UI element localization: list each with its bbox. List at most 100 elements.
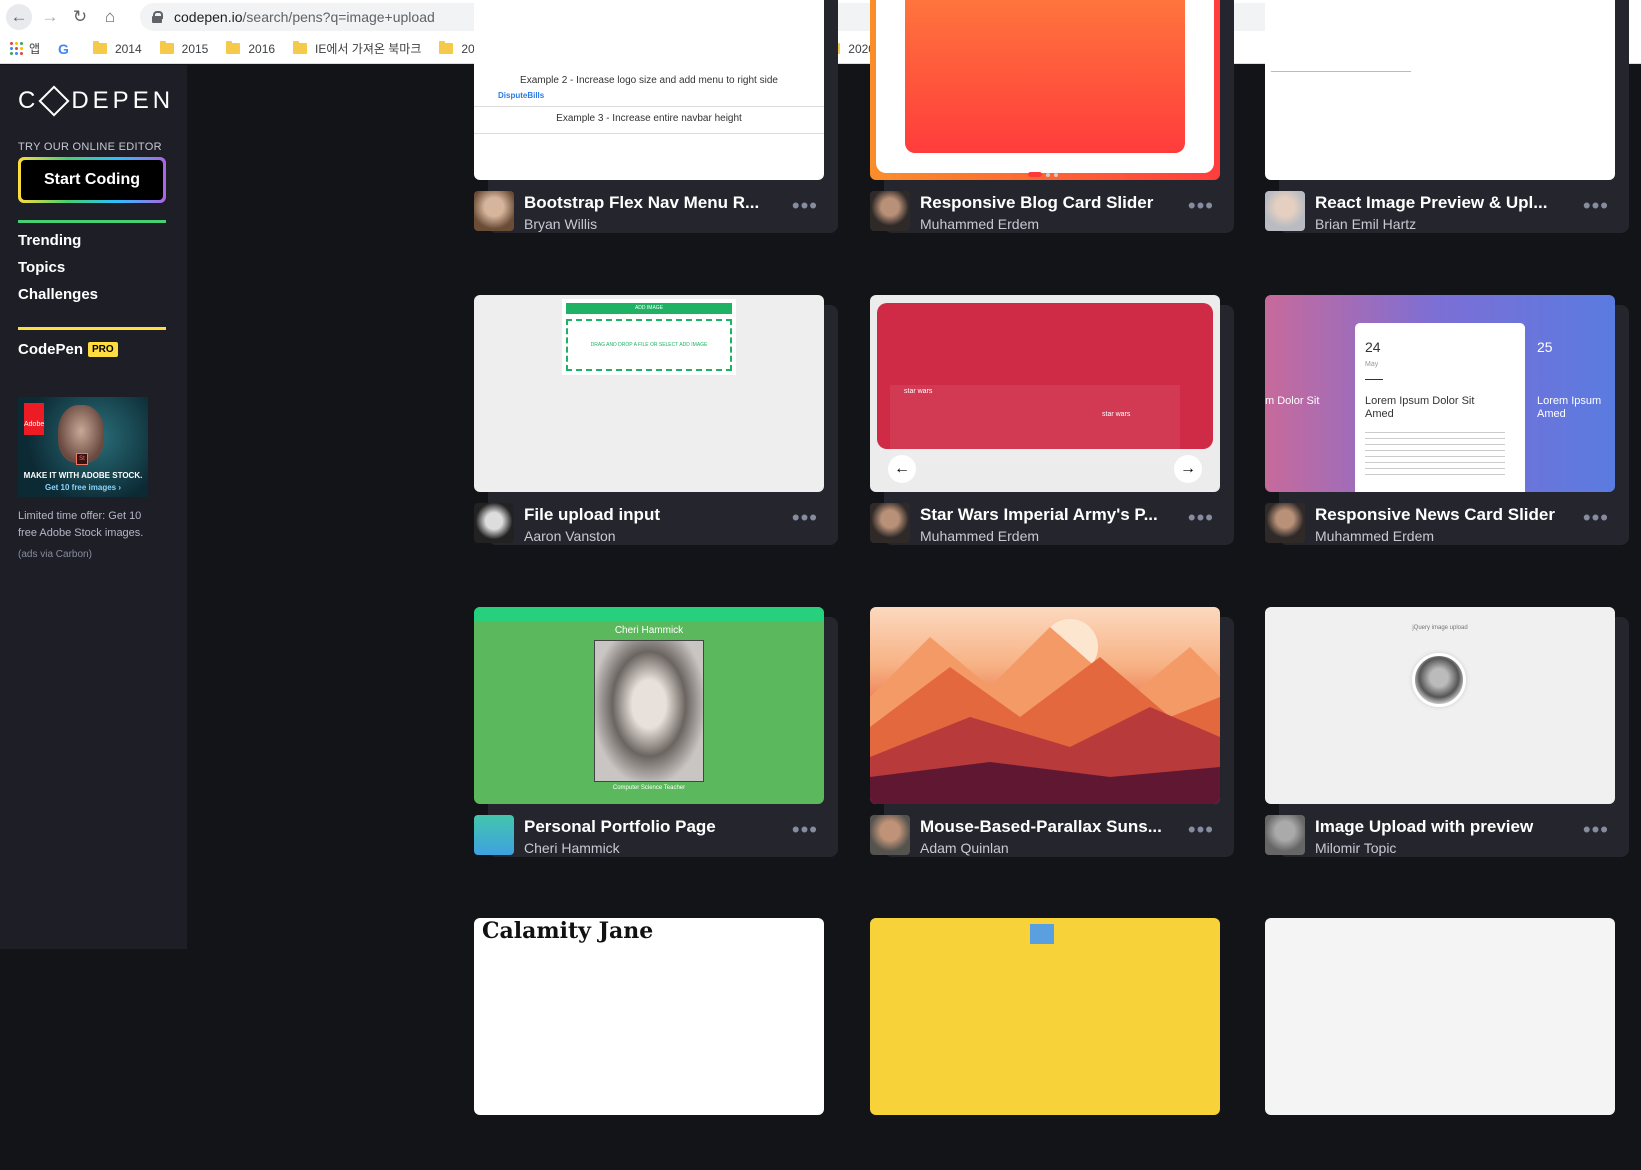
more-options-icon[interactable]: ••• <box>1188 195 1214 217</box>
pen-card[interactable]: Responsive Blog Card Slider Muhammed Erd… <box>870 0 1234 235</box>
bookmark-apps[interactable]: 앱 <box>10 40 40 57</box>
folder-icon <box>293 41 308 54</box>
pen-author[interactable]: Muhammed Erdem <box>920 528 1039 544</box>
pen-title[interactable]: Mouse-Based-Parallax Suns... <box>920 817 1170 837</box>
pen-meta: React Image Preview & Upl... Brian Emil … <box>1265 183 1615 233</box>
home-button[interactable]: ⌂ <box>98 5 122 29</box>
pen-card[interactable] <box>870 918 1234 1170</box>
pen-title[interactable]: React Image Preview & Upl... <box>1315 193 1565 213</box>
pen-card[interactable]: m Dolor Sit 24 May Lorem Ipsum Dolor Sit… <box>1265 295 1629 547</box>
codepen-cube-icon <box>38 85 70 117</box>
avatar[interactable] <box>1265 191 1305 231</box>
pen-author[interactable]: Cheri Hammick <box>524 840 620 856</box>
folder-icon <box>226 41 241 54</box>
pen-author[interactable]: Brian Emil Hartz <box>1315 216 1416 232</box>
codepen-logo[interactable]: C DEPEN <box>18 85 174 117</box>
pen-author[interactable]: Aaron Vanston <box>524 528 616 544</box>
pen-author[interactable]: Milomir Topic <box>1315 840 1396 856</box>
avatar[interactable] <box>474 191 514 231</box>
pen-title[interactable]: Star Wars Imperial Army's P... <box>920 505 1170 525</box>
avatar[interactable] <box>870 503 910 543</box>
pen-author[interactable]: Adam Quinlan <box>920 840 1009 856</box>
pen-preview[interactable]: jQuery image upload <box>1265 607 1615 804</box>
slider-prev-icon[interactable]: ← <box>888 455 916 483</box>
preview-avatar[interactable] <box>1412 653 1466 707</box>
pen-author[interactable]: Bryan Willis <box>524 216 597 232</box>
pen-author[interactable]: Muhammed Erdem <box>1315 528 1434 544</box>
avatar[interactable] <box>870 191 910 231</box>
ad-image[interactable]: Adobe St MAKE IT WITH ADOBE STOCK. Get 1… <box>18 397 148 497</box>
pen-meta: Responsive Blog Card Slider Muhammed Erd… <box>870 183 1220 233</box>
bookmark-folder[interactable]: 2016 <box>226 41 275 56</box>
pen-card[interactable]: Calamity Jane <box>474 918 838 1170</box>
codepen-pro-link[interactable]: CodePen PRO <box>18 341 118 358</box>
back-button[interactable]: ← <box>6 4 32 30</box>
pen-preview[interactable]: Calamity Jane <box>474 918 824 1115</box>
avatar[interactable] <box>1265 503 1305 543</box>
avatar[interactable] <box>474 815 514 855</box>
scrollbar[interactable] <box>1629 65 1641 949</box>
avatar[interactable] <box>870 815 910 855</box>
bookmark-google[interactable]: G <box>58 41 75 57</box>
pen-preview[interactable] <box>870 607 1220 804</box>
bookmark-folder[interactable]: IE에서 가져온 북마크 <box>293 40 421 57</box>
pro-badge: PRO <box>88 342 118 357</box>
pen-title[interactable]: File upload input <box>524 505 774 525</box>
pen-meta: Bootstrap Flex Nav Menu R... Bryan Willi… <box>474 183 824 233</box>
pen-preview[interactable] <box>1265 918 1615 1115</box>
pen-meta: Responsive News Card Slider Muhammed Erd… <box>1265 495 1615 545</box>
pen-title[interactable]: Image Upload with preview <box>1315 817 1565 837</box>
slider-next-icon[interactable]: → <box>1174 455 1202 483</box>
pen-preview[interactable]: m Dolor Sit 24 May Lorem Ipsum Dolor Sit… <box>1265 295 1615 492</box>
more-options-icon[interactable]: ••• <box>1583 195 1609 217</box>
ad-copy[interactable]: Limited time offer: Get 10 free Adobe St… <box>18 508 158 542</box>
pen-preview[interactable]: Example 2 - Increase logo size and add m… <box>474 0 824 180</box>
pen-card[interactable]: Cheri Hammick Computer Science Teacher P… <box>474 607 838 859</box>
more-options-icon[interactable]: ••• <box>792 195 818 217</box>
pen-meta: Image Upload with preview Milomir Topic … <box>1265 807 1615 857</box>
folder-icon <box>439 41 454 54</box>
avatar[interactable] <box>474 503 514 543</box>
reload-button[interactable]: ↻ <box>68 5 92 29</box>
start-coding-button[interactable]: Start Coding <box>18 157 166 203</box>
apps-icon <box>10 42 23 55</box>
forward-button[interactable]: → <box>38 5 62 29</box>
bookmark-folder[interactable]: 2015 <box>159 41 208 56</box>
sidebar-nav: Trending Topics Challenges <box>18 227 98 308</box>
pen-meta: Star Wars Imperial Army's P... Muhammed … <box>870 495 1220 545</box>
pen-title[interactable]: Responsive Blog Card Slider <box>920 193 1170 213</box>
ad-via[interactable]: (ads via Carbon) <box>18 549 92 560</box>
sidebar-item-challenges[interactable]: Challenges <box>18 281 98 308</box>
pen-preview[interactable]: star wars star wars ← → <box>870 295 1220 492</box>
more-options-icon[interactable]: ••• <box>1583 819 1609 841</box>
pen-card[interactable]: Mouse-Based-Parallax Suns... Adam Quinla… <box>870 607 1234 859</box>
more-options-icon[interactable]: ••• <box>1188 819 1214 841</box>
pen-preview[interactable] <box>1265 0 1615 180</box>
pen-card[interactable]: ADD IMAGE DRAG AND DROP A FILE OR SELECT… <box>474 295 838 547</box>
pen-preview[interactable]: ADD IMAGE DRAG AND DROP A FILE OR SELECT… <box>474 295 824 492</box>
pen-card[interactable]: Example 2 - Increase logo size and add m… <box>474 0 838 235</box>
sidebar-item-trending[interactable]: Trending <box>18 227 98 254</box>
pen-preview[interactable] <box>870 0 1220 180</box>
pen-title[interactable]: Bootstrap Flex Nav Menu R... <box>524 193 774 213</box>
more-options-icon[interactable]: ••• <box>792 507 818 529</box>
sidebar-item-topics[interactable]: Topics <box>18 254 98 281</box>
lock-icon <box>152 11 163 23</box>
pen-card[interactable] <box>1265 918 1629 1170</box>
pen-preview[interactable] <box>870 918 1220 1115</box>
avatar[interactable] <box>1265 815 1305 855</box>
pen-card[interactable]: React Image Preview & Upl... Brian Emil … <box>1265 0 1629 235</box>
more-options-icon[interactable]: ••• <box>792 819 818 841</box>
more-options-icon[interactable]: ••• <box>1188 507 1214 529</box>
pen-card[interactable]: jQuery image upload Image Upload with pr… <box>1265 607 1629 859</box>
pen-card[interactable]: star wars star wars ← → Star Wars Imperi… <box>870 295 1234 547</box>
pen-title[interactable]: Personal Portfolio Page <box>524 817 774 837</box>
google-icon: G <box>58 40 69 57</box>
divider <box>18 220 166 223</box>
pen-meta: Personal Portfolio Page Cheri Hammick ••… <box>474 807 824 857</box>
pen-preview[interactable]: Cheri Hammick Computer Science Teacher <box>474 607 824 804</box>
pen-title[interactable]: Responsive News Card Slider <box>1315 505 1565 525</box>
more-options-icon[interactable]: ••• <box>1583 507 1609 529</box>
pen-author[interactable]: Muhammed Erdem <box>920 216 1039 232</box>
bookmark-folder[interactable]: 2014 <box>92 41 142 56</box>
